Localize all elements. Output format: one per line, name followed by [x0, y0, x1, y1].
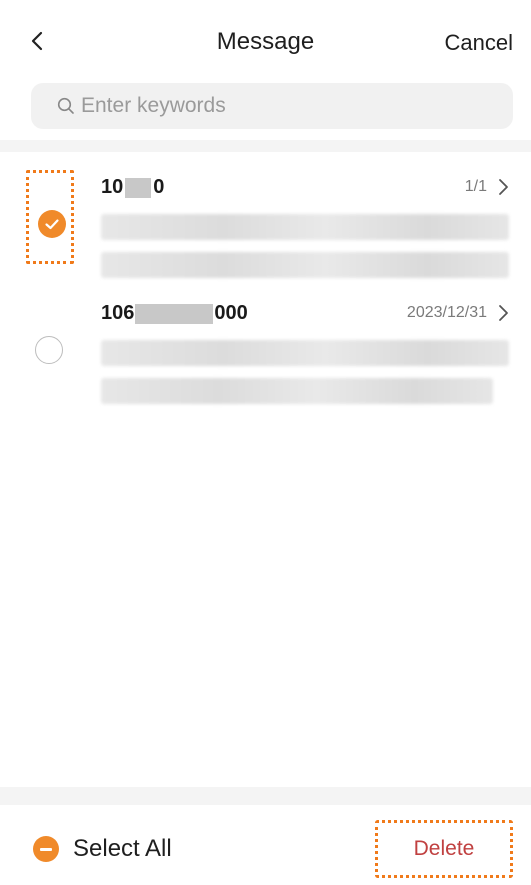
chevron-right-icon	[499, 179, 508, 195]
message-count: 1/1	[464, 178, 487, 195]
delete-button[interactable]: Delete	[387, 830, 501, 868]
message-meta: 2023/12/31	[407, 304, 509, 322]
search-bar[interactable]	[31, 83, 513, 129]
divider	[0, 140, 531, 152]
checkbox-unchecked[interactable]	[35, 336, 63, 364]
search-icon	[57, 97, 74, 114]
selection-area	[26, 326, 74, 420]
minus-circle-icon	[33, 836, 59, 862]
message-meta: 1/1	[465, 178, 509, 196]
blurred-preview	[101, 378, 493, 404]
delete-highlight: Delete	[375, 820, 513, 878]
redaction-mask	[125, 177, 152, 198]
bottom-bar: Select All Delete	[0, 805, 531, 885]
sender-prefix: 106	[101, 302, 135, 324]
select-all-label: Select All	[73, 835, 172, 862]
message-row[interactable]: 106 000 2023/12/31	[0, 292, 531, 422]
cancel-button[interactable]: Cancel	[445, 30, 513, 56]
message-row[interactable]: 10 0 1/1	[0, 166, 531, 296]
blurred-preview	[101, 340, 509, 366]
blurred-preview	[101, 214, 509, 240]
sender-prefix: 10	[101, 176, 124, 198]
sender-number: 106 000	[101, 302, 248, 325]
redaction-mask	[135, 303, 214, 324]
divider	[0, 787, 531, 805]
selection-highlight	[26, 170, 74, 264]
sender-suffix: 0	[153, 176, 165, 198]
search-input[interactable]	[81, 83, 501, 129]
chevron-right-icon	[499, 305, 508, 321]
header: Message Cancel	[0, 0, 531, 140]
checkbox-checked[interactable]	[38, 210, 66, 238]
blurred-preview	[101, 252, 509, 278]
checkmark-icon	[45, 219, 59, 230]
message-date: 2023/12/31	[406, 304, 487, 321]
select-all-button[interactable]: Select All	[33, 835, 172, 863]
sender-suffix: 000	[214, 302, 248, 324]
message-list: 10 0 1/1 106 000 2023/12/31	[0, 152, 531, 787]
sender-number: 10 0	[101, 176, 164, 199]
